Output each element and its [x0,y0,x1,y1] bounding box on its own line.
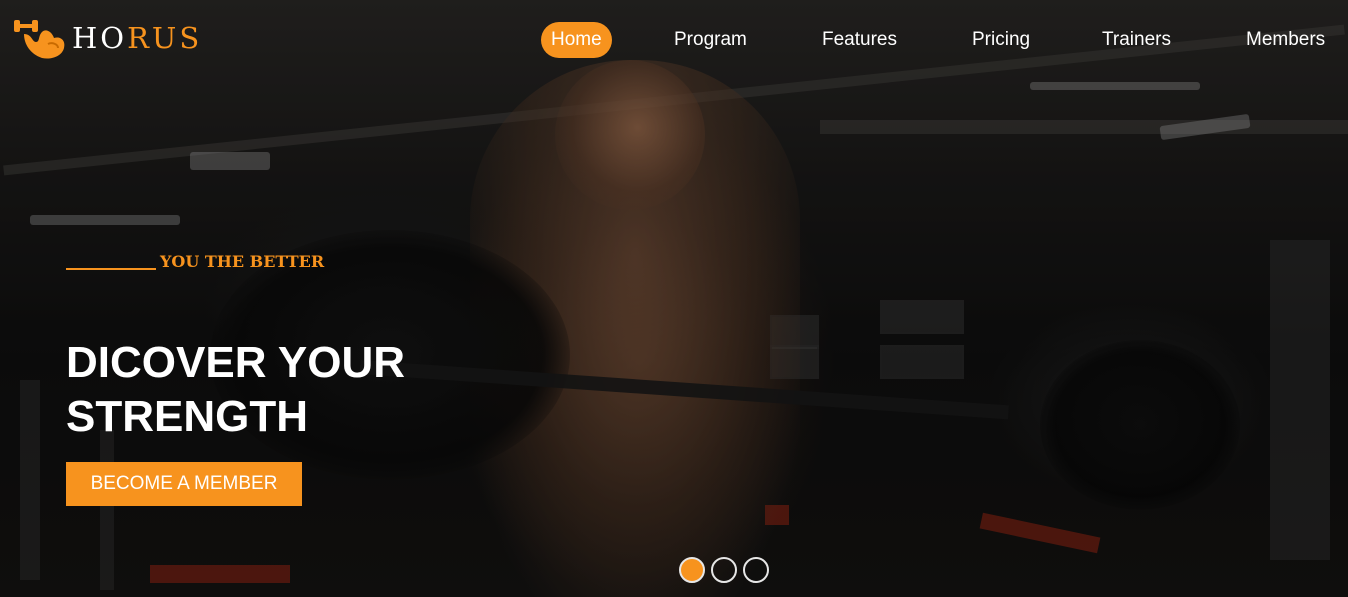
slider-dot-2[interactable] [711,557,737,583]
slider-dot-1[interactable] [679,557,705,583]
nav-item-members[interactable]: Members [1246,22,1325,58]
main-nav: Home Program Features Pricing Trainers M… [0,22,1348,58]
hero-headline: DICOVER YOUR STRENGTH [66,336,486,444]
nav-item-pricing[interactable]: Pricing [972,22,1030,58]
nav-item-trainers[interactable]: Trainers [1102,22,1171,58]
nav-item-program[interactable]: Program [674,22,747,58]
tagline-text: YOU THE BETTER [160,252,325,271]
slider-dots [679,557,769,583]
slider-dot-3[interactable] [743,557,769,583]
become-member-button[interactable]: BECOME A MEMBER [66,462,302,506]
headline-line1: DICOVER YOUR [66,338,406,387]
dark-overlay [0,0,1348,597]
headline-line2: STRENGTH [66,392,308,441]
nav-item-features[interactable]: Features [822,22,897,58]
hero-tagline: YOU THE BETTER [66,252,324,272]
tagline-underline [66,268,156,270]
hero-section: HORUS Home Program Features Pricing Trai… [0,0,1348,597]
nav-item-home[interactable]: Home [541,22,612,58]
